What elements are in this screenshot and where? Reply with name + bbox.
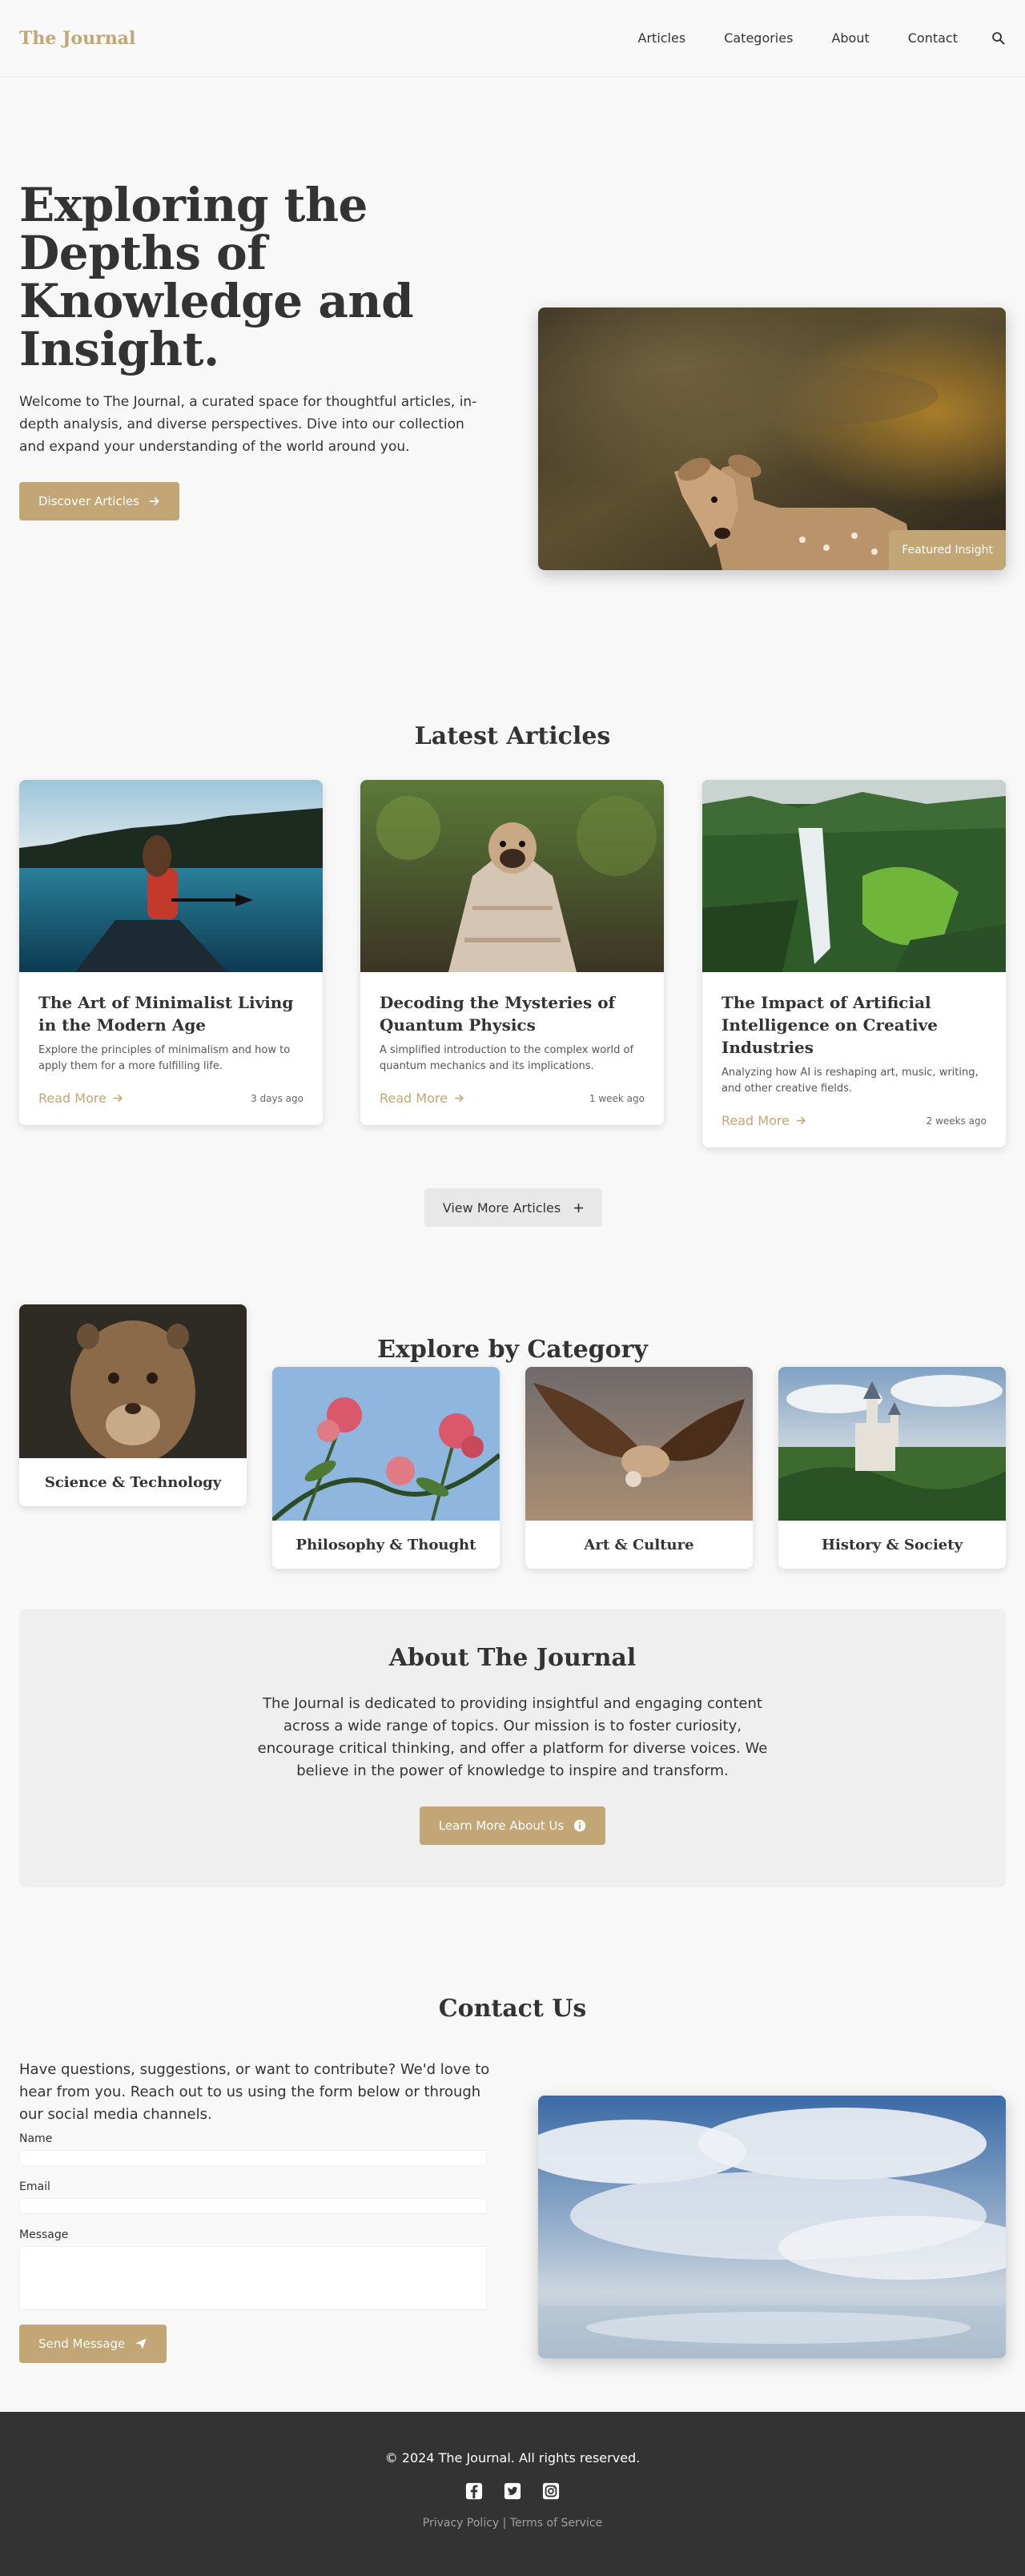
main-nav: Articles Categories About Contact bbox=[600, 30, 1006, 46]
arrow-right-icon bbox=[149, 497, 159, 505]
discover-articles-button[interactable]: Discover Articles bbox=[19, 482, 179, 520]
contact-title: Contact Us bbox=[438, 1995, 587, 2023]
info-icon bbox=[573, 1819, 586, 1832]
hero-intro: Welcome to The Journal, a curated space … bbox=[19, 394, 477, 455]
message-field[interactable] bbox=[19, 2246, 487, 2310]
learn-more-button[interactable]: Learn More About Us bbox=[419, 1806, 606, 1845]
site-header: The Journal Articles Categories About Co… bbox=[0, 0, 1025, 77]
category-label: Philosophy & Thought bbox=[295, 1536, 476, 1553]
category-image-flowers bbox=[272, 1367, 500, 1523]
category-grid: Science & Technology Philosophy & Though… bbox=[0, 1304, 1025, 1569]
footer-separator: | bbox=[502, 2517, 507, 2530]
terms-of-service-link[interactable]: Terms of Service bbox=[510, 2517, 602, 2530]
category-card-philosophy[interactable]: Philosophy & Thought bbox=[272, 1367, 500, 1569]
category-label: History & Society bbox=[821, 1536, 963, 1553]
email-label: Email bbox=[19, 2180, 50, 2193]
article-title[interactable]: Decoding the Mysteries of Quantum Physic… bbox=[380, 991, 645, 1036]
contact-intro: Have questions, suggestions, or want to … bbox=[19, 2061, 490, 2123]
email-field[interactable] bbox=[19, 2198, 487, 2214]
hero-title: Exploring the Depths of Knowledge and In… bbox=[19, 178, 414, 376]
nav-categories[interactable]: Categories bbox=[724, 30, 793, 46]
article-title[interactable]: The Art of Minimalist Living in the Mode… bbox=[38, 991, 303, 1036]
latest-articles-title: Latest Articles bbox=[414, 722, 611, 750]
about-text: The Journal is dedicated to providing in… bbox=[257, 1695, 768, 1779]
article-image-pug bbox=[360, 780, 664, 972]
category-card-art[interactable]: Art & Culture bbox=[525, 1367, 753, 1569]
category-image-castle bbox=[778, 1367, 1006, 1521]
name-field[interactable] bbox=[19, 2150, 487, 2166]
about-title: About The Journal bbox=[388, 1644, 637, 1672]
category-image-vulture bbox=[525, 1367, 753, 1521]
article-image-waterfall bbox=[702, 780, 1006, 972]
about-section: About The Journal The Journal is dedicat… bbox=[19, 1609, 1006, 1887]
copyright-text: © 2024 The Journal. All rights reserved. bbox=[384, 2450, 641, 2465]
hero-image-deer: Featured Insight bbox=[538, 307, 1006, 570]
hero-text: Exploring the Depths of Knowledge and In… bbox=[19, 181, 492, 520]
nav-contact[interactable]: Contact bbox=[908, 30, 958, 46]
social-links bbox=[0, 2482, 1025, 2501]
article-image-canoe bbox=[19, 780, 323, 972]
search-icon[interactable] bbox=[990, 30, 1006, 46]
name-label: Name bbox=[19, 2132, 53, 2145]
learn-more-label: Learn More About Us bbox=[438, 1818, 565, 1833]
contact-section: Contact Us Have questions, suggestions, … bbox=[0, 1887, 1025, 2416]
facebook-icon[interactable] bbox=[464, 2482, 484, 2501]
paper-plane-icon bbox=[135, 2338, 147, 2349]
contact-image-clouds bbox=[538, 2096, 1006, 2358]
featured-badge: Featured Insight bbox=[889, 530, 1006, 570]
category-label: Art & Culture bbox=[584, 1536, 694, 1553]
message-label: Message bbox=[19, 2228, 69, 2241]
category-card-science[interactable]: Science & Technology bbox=[19, 1304, 247, 1506]
footer-links: Privacy Policy | Terms of Service bbox=[0, 2517, 1025, 2530]
category-label: Science & Technology bbox=[44, 1473, 222, 1491]
discover-articles-label: Discover Articles bbox=[38, 494, 139, 508]
site-footer: © 2024 The Journal. All rights reserved.… bbox=[0, 2412, 1025, 2576]
category-card-history[interactable]: History & Society bbox=[778, 1367, 1006, 1569]
nav-articles[interactable]: Articles bbox=[638, 30, 686, 46]
hero-section: Exploring the Depths of Knowledge and In… bbox=[0, 77, 1025, 573]
site-logo[interactable]: The Journal bbox=[19, 28, 135, 49]
nav-about[interactable]: About bbox=[831, 30, 869, 46]
privacy-policy-link[interactable]: Privacy Policy bbox=[423, 2517, 499, 2530]
twitter-icon[interactable] bbox=[503, 2482, 522, 2501]
instagram-icon[interactable] bbox=[541, 2482, 561, 2501]
category-image-lioness bbox=[19, 1304, 247, 1465]
send-message-button[interactable]: Send Message bbox=[19, 2325, 167, 2363]
send-message-label: Send Message bbox=[38, 2337, 126, 2351]
